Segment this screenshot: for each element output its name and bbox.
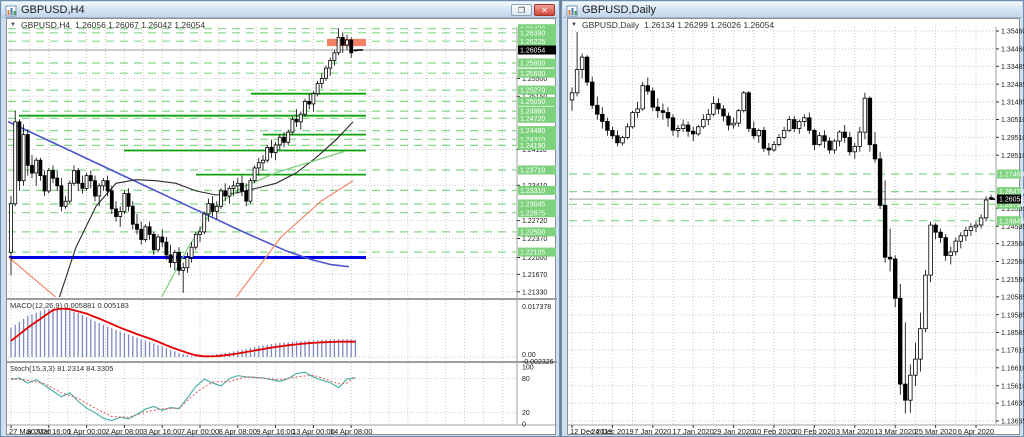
chevron-down-icon[interactable]: ▼	[571, 22, 577, 28]
svg-text:1.16610: 1.16610	[1001, 365, 1024, 372]
h4-quote-bar: ▼ GBPUSD,H4 1.26056 1.26067 1.26042 1.26…	[10, 20, 205, 30]
svg-text:29 Jan 2020: 29 Jan 2020	[713, 427, 754, 436]
svg-text:1.22720: 1.22720	[522, 218, 547, 225]
daily-symbol-label: GBPUSD,Daily	[581, 20, 640, 30]
svg-text:1.35460: 1.35460	[1001, 29, 1024, 36]
svg-text:8 Apr 08:00: 8 Apr 08:00	[219, 427, 257, 436]
svg-text:7 Apr 00:00: 7 Apr 00:00	[181, 427, 219, 436]
chart-window-h4: GBPUSD,H4 ❐ ✕ ▼ GBPUSD,H4 1.26056 1.2606…	[0, 0, 560, 437]
svg-text:1.22105: 1.22105	[520, 250, 545, 257]
h4-ohlc-values: 1.26056 1.26067 1.26042 1.26054	[75, 20, 206, 30]
svg-text:1.29510: 1.29510	[1001, 135, 1024, 142]
svg-text:1.20585: 1.20585	[1001, 294, 1024, 301]
svg-text:0.00: 0.00	[522, 352, 536, 359]
svg-text:20 Feb 2020: 20 Feb 2020	[793, 427, 835, 436]
daily-quote-bar: ▼ GBPUSD,Daily 1.26134 1.26299 1.26026 1…	[571, 20, 774, 30]
svg-text:1.24190: 1.24190	[520, 143, 545, 150]
svg-text:6 Apr 2020: 6 Apr 2020	[958, 427, 994, 436]
svg-text:1.23560: 1.23560	[1001, 241, 1024, 248]
svg-text:24 Dec 2019: 24 Dec 2019	[591, 427, 634, 436]
svg-text:1.23710: 1.23710	[520, 168, 545, 175]
svg-text:1.21670: 1.21670	[522, 272, 547, 279]
svg-text:1.34460: 1.34460	[1001, 47, 1024, 54]
chart-window-daily: GBPUSD,Daily ▼ GBPUSD,Daily 1.26134 1.26…	[561, 0, 1024, 437]
svg-text:1.25050: 1.25050	[520, 99, 545, 106]
svg-text:17 Jan 2020: 17 Jan 2020	[673, 427, 714, 436]
svg-text:1.22370: 1.22370	[522, 236, 547, 243]
svg-text:14 Apr 08:00: 14 Apr 08:00	[330, 427, 373, 436]
svg-text:1.26054: 1.26054	[999, 197, 1024, 204]
svg-text:13 Apr 00:00: 13 Apr 00:00	[292, 427, 335, 436]
svg-text:1.30510: 1.30510	[1001, 117, 1024, 124]
svg-text:1.25800: 1.25800	[520, 61, 545, 68]
svg-text:1.28510: 1.28510	[1001, 153, 1024, 160]
chevron-down-icon[interactable]: ▼	[10, 22, 16, 28]
svg-text:13 Mar 2020: 13 Mar 2020	[874, 427, 916, 436]
chart-window-icon	[5, 4, 17, 16]
h4-window-titlebar[interactable]: GBPUSD,H4 ❐ ✕	[2, 2, 558, 18]
svg-text:1.21330: 1.21330	[522, 289, 547, 296]
daily-window-title: GBPUSD,Daily	[582, 3, 656, 16]
svg-text:1.25270: 1.25270	[520, 88, 545, 95]
svg-text:7 Jan 2020: 7 Jan 2020	[634, 427, 671, 436]
svg-text:25 Mar 2020: 25 Mar 2020	[915, 427, 957, 436]
svg-text:30 Mar 16:00: 30 Mar 16:00	[27, 427, 71, 436]
h4-chart-canvas[interactable]: 1.255001.251501.241101.234101.227201.223…	[1, 1, 561, 437]
daily-window-titlebar[interactable]: GBPUSD,Daily	[563, 2, 1022, 18]
svg-text:1.13635: 1.13635	[1001, 419, 1024, 426]
svg-text:MACD(12,26,9) 0.005881 0.00518: MACD(12,26,9) 0.005881 0.005183	[10, 301, 129, 310]
svg-text:0.017378: 0.017378	[522, 304, 551, 311]
svg-text:0: 0	[522, 422, 526, 429]
svg-text:3 Mar 2020: 3 Mar 2020	[836, 427, 874, 436]
svg-text:1.22875: 1.22875	[520, 210, 545, 217]
svg-text:1.15610: 1.15610	[1001, 383, 1024, 390]
svg-text:10 Feb 2020: 10 Feb 2020	[753, 427, 795, 436]
svg-text:1.26225: 1.26225	[520, 39, 545, 46]
h4-symbol-label: GBPUSD,H4	[20, 20, 71, 30]
svg-text:1.24720: 1.24720	[520, 116, 545, 123]
svg-text:1.14635: 1.14635	[1001, 401, 1024, 408]
svg-text:1.24845: 1.24845	[999, 218, 1024, 225]
svg-text:1.25600: 1.25600	[520, 71, 545, 78]
svg-text:1.26054: 1.26054	[520, 48, 545, 55]
daily-chart-canvas[interactable]: 1.35460 1.34460 1.33485 1.32485 1.31485 1.305…	[562, 1, 1024, 437]
restore-button[interactable]: ❐	[511, 3, 532, 16]
svg-text:80: 80	[522, 376, 530, 383]
chart-window-icon	[566, 4, 578, 16]
svg-text:1 Apr 00:00: 1 Apr 00:00	[67, 427, 105, 436]
svg-text:1.22560: 1.22560	[1001, 259, 1024, 266]
svg-text:1.31485: 1.31485	[1001, 100, 1024, 107]
svg-text:1.23310: 1.23310	[520, 188, 545, 195]
svg-text:1.17610: 1.17610	[1001, 348, 1024, 355]
daily-ohlc-values: 1.26134 1.26299 1.26026 1.26054	[644, 20, 775, 30]
svg-text:1.32485: 1.32485	[1001, 82, 1024, 89]
svg-text:9 Apr 16:00: 9 Apr 16:00	[256, 427, 294, 436]
svg-text:1.18585: 1.18585	[1001, 330, 1024, 337]
svg-text:1.21560: 1.21560	[1001, 277, 1024, 284]
close-button[interactable]: ✕	[534, 3, 555, 16]
svg-text:1.22500: 1.22500	[520, 230, 545, 237]
svg-text:100: 100	[522, 365, 534, 372]
svg-text:1.27460: 1.27460	[999, 172, 1024, 179]
svg-text:20: 20	[522, 410, 530, 417]
svg-text:Stoch(15,3,3) 81.2314 84.3305: Stoch(15,3,3) 81.2314 84.3305	[10, 364, 113, 373]
svg-text:1.24480: 1.24480	[520, 128, 545, 135]
svg-text:1.33485: 1.33485	[1001, 64, 1024, 71]
svg-text:1.19585: 1.19585	[1001, 312, 1024, 319]
svg-text:2 Apr 08:00: 2 Apr 08:00	[105, 427, 143, 436]
svg-text:1.23045: 1.23045	[520, 202, 545, 209]
mt4-workspace: GBPUSD,H4 ❐ ✕ ▼ GBPUSD,H4 1.26056 1.2606…	[0, 0, 1024, 437]
svg-text:3 Apr 16:00: 3 Apr 16:00	[143, 427, 181, 436]
h4-window-title: GBPUSD,H4	[21, 3, 85, 16]
svg-text:1.26390: 1.26390	[520, 30, 545, 37]
